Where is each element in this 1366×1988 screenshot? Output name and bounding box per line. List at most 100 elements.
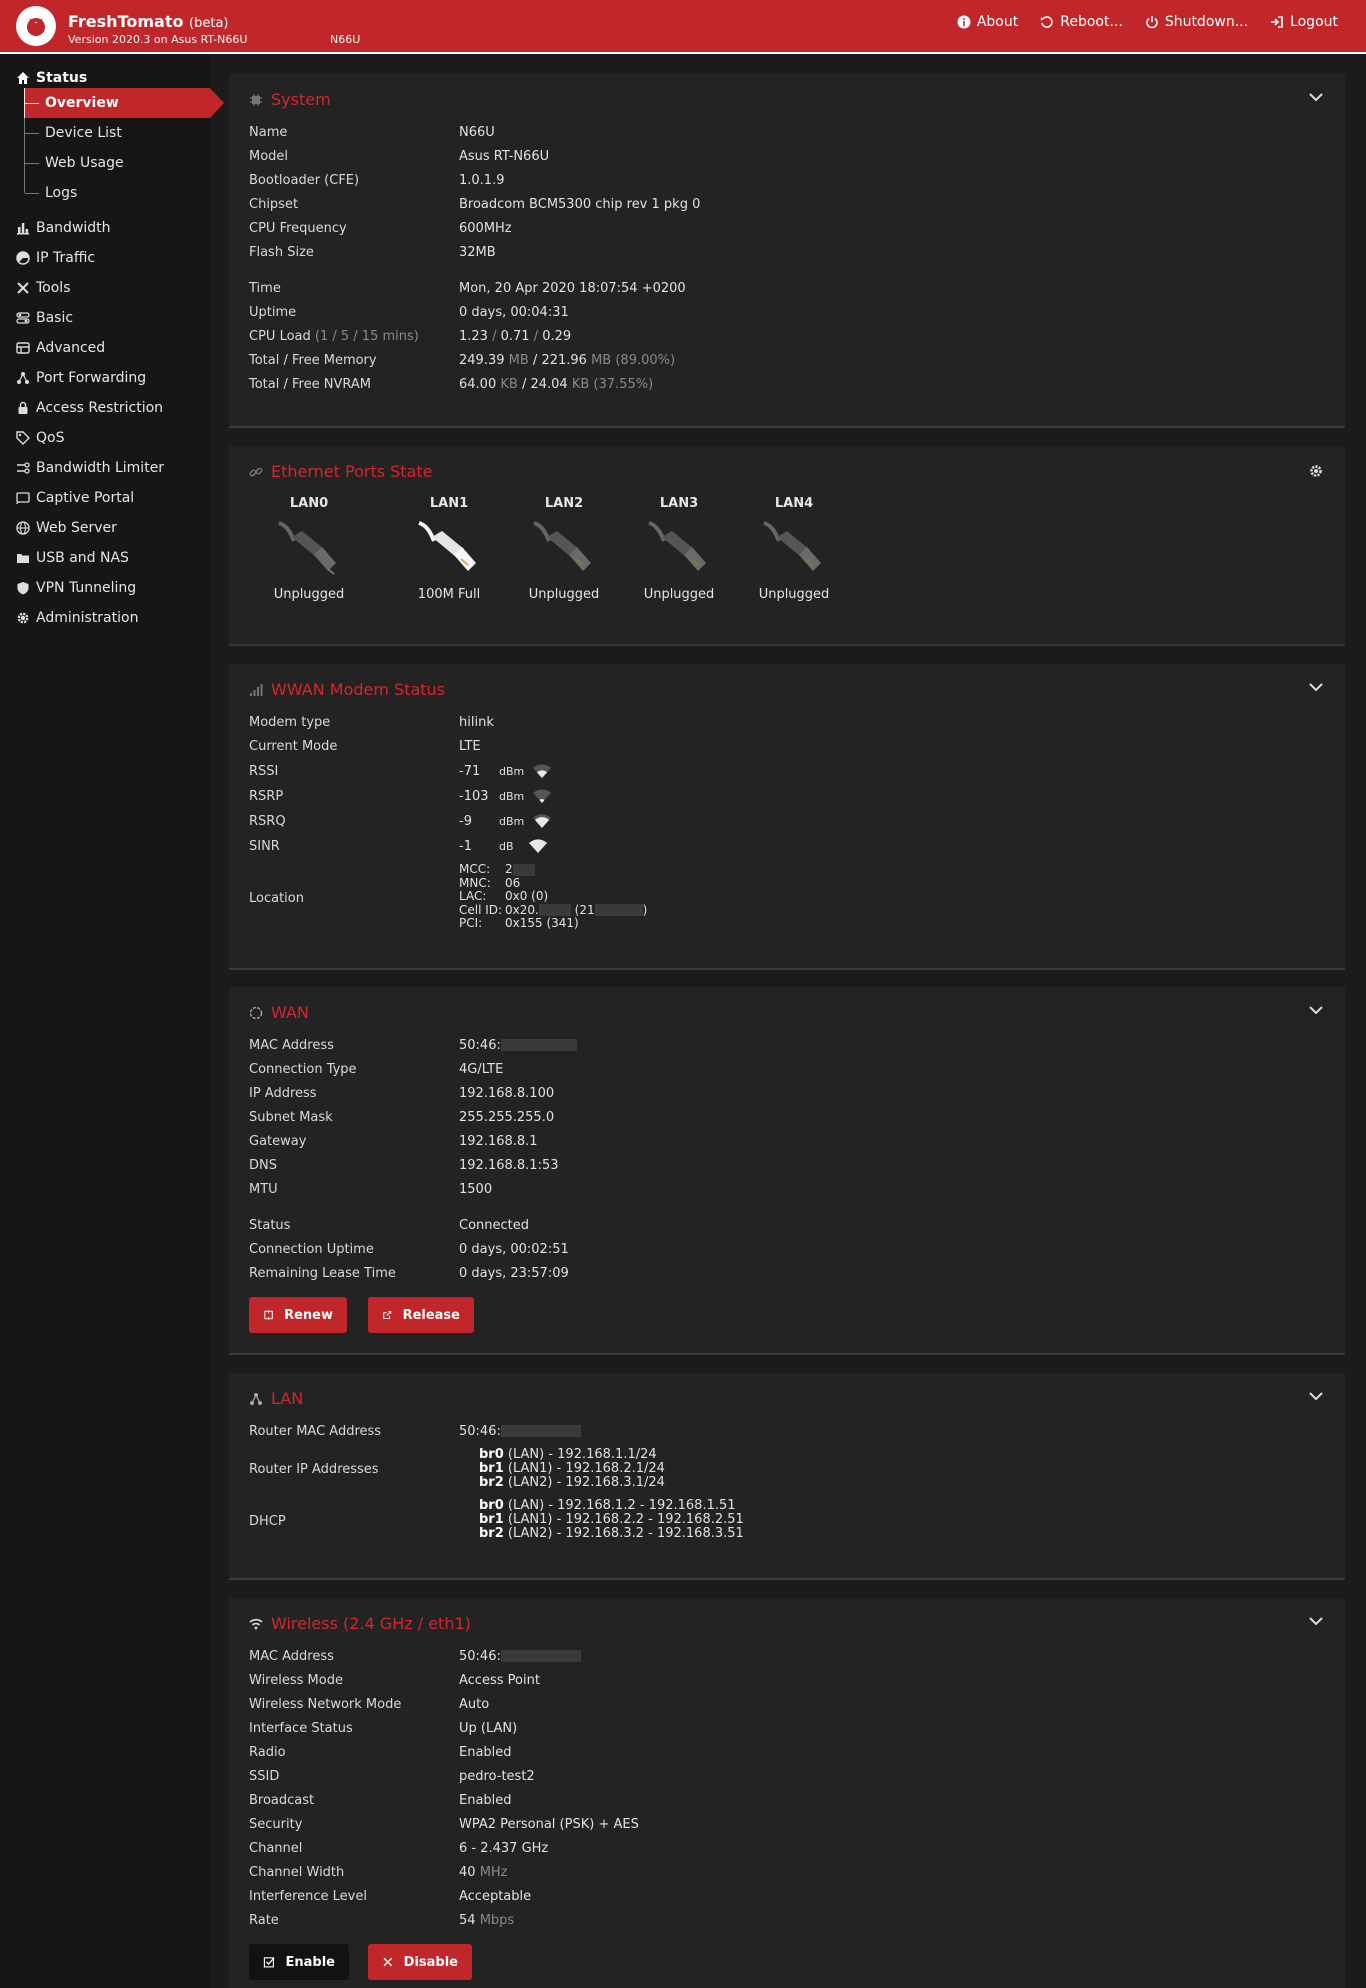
port-label: LAN1	[429, 496, 469, 511]
sidebar-item-overview[interactable]: Overview	[24, 88, 224, 118]
ethernet-title: Ethernet Ports State	[249, 462, 433, 481]
panel-title-text: LAN	[271, 1389, 304, 1408]
sidebar-item-label: Access Restriction	[36, 400, 164, 416]
wifi-signal-icon	[528, 839, 547, 853]
sidebar-item-qos[interactable]: QoS	[16, 430, 64, 446]
refresh-circle-icon	[249, 1006, 263, 1019]
nvram-row: Total / Free NVRAM 64.00 KB / 24.04 KB (…	[249, 372, 1309, 396]
lan-title: LAN	[249, 1389, 303, 1408]
sidebar-item-label: Administration	[36, 610, 139, 626]
row-key: MTU	[249, 1181, 278, 1197]
sidebar-item-label: VPN Tunneling	[36, 580, 137, 596]
button-label: Release	[402, 1307, 460, 1323]
system-row: Bootloader (CFE) 1.0.1.9	[249, 168, 1309, 192]
sidebar-item-basic[interactable]: Basic	[16, 310, 73, 326]
list-item: br0 (LAN) - 192.168.1.2 - 192.168.1.51	[479, 1498, 736, 1513]
chevron-down-icon[interactable]	[1307, 1387, 1325, 1405]
port-lan2: LAN2 Unplugged	[514, 496, 614, 602]
row-key: Total / Free NVRAM	[249, 376, 371, 392]
chevron-down-icon[interactable]	[1307, 88, 1325, 106]
chevron-down-icon[interactable]	[1307, 678, 1325, 696]
link-icon	[249, 467, 263, 476]
sidebar-item-port-forwarding[interactable]: Port Forwarding	[16, 370, 146, 386]
close-icon	[383, 1957, 393, 1967]
sidebar-item-web-usage[interactable]: Web Usage	[24, 148, 210, 178]
tomato-logo[interactable]	[16, 6, 56, 46]
wwan-title: WWAN Modem Status	[249, 680, 445, 699]
chevron-down-icon[interactable]	[1307, 1612, 1325, 1630]
row-key: Interference Level	[249, 1888, 367, 1904]
sidebar-item-label: Bandwidth	[36, 220, 111, 236]
sidebar-item-status[interactable]: Status	[16, 70, 87, 86]
lan-ips-list: br0 (LAN) - 192.168.1.1/24 br1 (LAN1) - …	[479, 1448, 665, 1490]
ethernet-cable-icon	[278, 521, 336, 575]
wan-row: Gateway 192.168.8.1	[249, 1129, 1309, 1153]
row-key: Remaining Lease Time	[249, 1265, 396, 1281]
row-key: Total / Free Memory	[249, 352, 377, 368]
wan-row: IP Address 192.168.8.100	[249, 1081, 1309, 1105]
sidebar-item-device-list[interactable]: Device List	[24, 118, 210, 148]
sidebar-item-vpn-tunneling[interactable]: VPN Tunneling	[16, 580, 136, 596]
system-row: Flash Size 32MB	[249, 240, 1309, 264]
row-key: Chipset	[249, 196, 299, 212]
sidebar-item-label: USB and NAS	[36, 550, 129, 566]
release-button[interactable]: Release	[368, 1297, 474, 1333]
about-link[interactable]: About	[957, 14, 1018, 30]
row-key: Bootloader (CFE)	[249, 172, 360, 188]
sidebar-item-bandwidth[interactable]: Bandwidth	[16, 220, 111, 236]
network-icon	[17, 372, 29, 384]
wifi-signal-icon	[533, 764, 552, 778]
row-key: Location	[249, 890, 304, 906]
chevron-down-icon[interactable]	[1307, 1001, 1325, 1019]
row-key: Router MAC Address	[249, 1423, 382, 1439]
row-key: MAC Address	[249, 1037, 334, 1053]
wwan-row: Current Mode LTE	[249, 734, 1309, 758]
sidebar-item-label: Port Forwarding	[36, 370, 147, 386]
top-nav: About Reboot... Shutdown... Logout	[957, 14, 1338, 30]
row-value: 192.168.8.1:53	[459, 1157, 559, 1173]
sidebar: Status Overview Device List Web Usage Lo…	[0, 54, 224, 1988]
renew-button[interactable]: Renew	[249, 1297, 347, 1333]
gear-icon[interactable]	[1307, 462, 1325, 480]
sidebar-item-advanced[interactable]: Advanced	[16, 340, 105, 356]
sidebar-item-logs[interactable]: Logs	[24, 178, 210, 208]
sidebar-item-access-restriction[interactable]: Access Restriction	[16, 400, 163, 416]
port-label: LAN4	[774, 496, 814, 511]
row-key: MAC Address	[249, 1648, 334, 1664]
sidebar-item-usb-and-nas[interactable]: USB and NAS	[16, 550, 129, 566]
row-value: 32MB	[459, 244, 496, 260]
row-key: Flash Size	[249, 244, 314, 260]
port-state: Unplugged	[643, 587, 715, 602]
lock-icon	[18, 401, 28, 414]
sidebar-item-bandwidth-limiter[interactable]: Bandwidth Limiter	[16, 460, 164, 476]
row-key: Connection Type	[249, 1061, 357, 1077]
row-key: Name	[249, 124, 288, 140]
row-value: Broadcom BCM5300 chip rev 1 pkg 0	[459, 196, 701, 212]
row-value: 1.23 / 0.71 / 0.29	[459, 328, 572, 344]
shutdown-link[interactable]: Shutdown...	[1145, 14, 1248, 30]
button-label: Enable	[285, 1954, 336, 1970]
wireless-panel: Wireless (2.4 GHz / eth1) MAC Address 50:…	[229, 1598, 1345, 1988]
row-value: 1500	[459, 1181, 493, 1197]
tools-icon	[17, 282, 29, 294]
row-key: Status	[249, 1217, 291, 1233]
disable-button[interactable]: Disable	[368, 1944, 472, 1980]
system-panel: System Name N66U Model Asus RT-N66U Bootlo…	[229, 74, 1345, 428]
bar-chart-icon	[17, 223, 29, 235]
row-key: Time	[249, 280, 281, 296]
reboot-link[interactable]: Reboot...	[1040, 14, 1123, 30]
wan-title: WAN	[249, 1003, 309, 1022]
sidebar-item-captive-portal[interactable]: Captive Portal	[16, 490, 134, 506]
wan-panel: WAN MAC Address 50:46: Connection Type 4G/…	[229, 987, 1345, 1355]
sidebar-item-label: Captive Portal	[36, 490, 135, 506]
list-item: br2 (LAN2) - 192.168.3.1/24	[479, 1475, 665, 1490]
sidebar-item-web-server[interactable]: Web Server	[16, 520, 117, 536]
sidebar-item-tools[interactable]: Tools	[16, 280, 71, 296]
logout-link[interactable]: Logout	[1270, 14, 1338, 30]
sidebar-item-label: Bandwidth Limiter	[36, 460, 165, 476]
wireless-title: Wireless (2.4 GHz / eth1)	[249, 1614, 471, 1633]
sidebar-item-ip-traffic[interactable]: IP Traffic	[16, 250, 95, 266]
row-key: RSRP	[249, 788, 284, 804]
sidebar-item-administration[interactable]: Administration	[16, 610, 138, 626]
enable-button[interactable]: Enable	[249, 1944, 349, 1980]
